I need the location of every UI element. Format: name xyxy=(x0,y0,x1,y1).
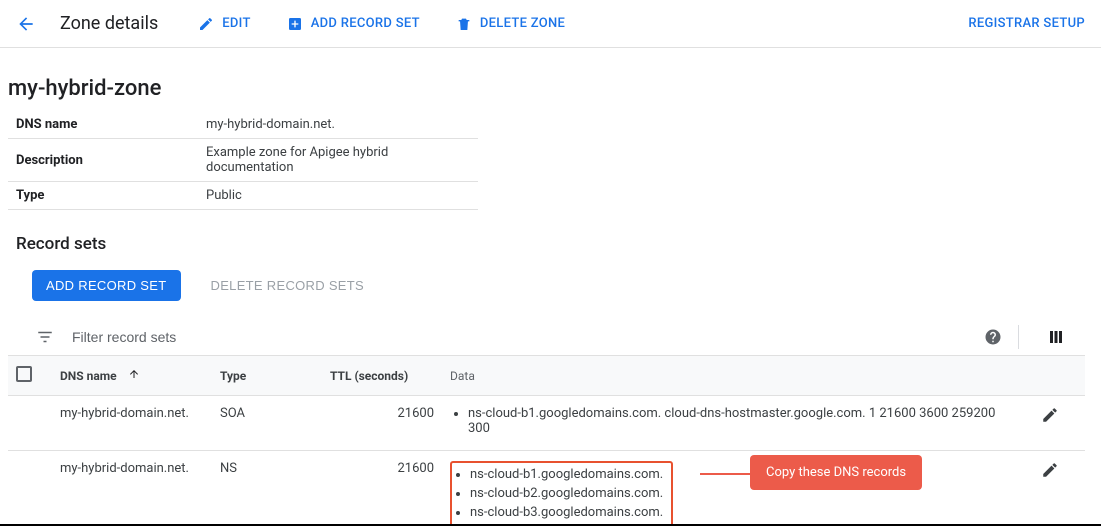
zone-info: my-hybrid-zone DNS name my-hybrid-domain… xyxy=(0,48,1101,526)
description-value: Example zone for Apigee hybrid documenta… xyxy=(198,139,478,182)
cell-dns-name: my-hybrid-domain.net. xyxy=(52,396,212,451)
type-label: Type xyxy=(8,182,198,210)
pencil-icon xyxy=(198,16,214,32)
sort-asc-icon xyxy=(128,369,140,383)
record-sets-heading: Record sets xyxy=(16,234,1085,254)
help-icon[interactable] xyxy=(984,328,1002,346)
cell-type: NS xyxy=(212,451,322,526)
cell-ttl: 21600 xyxy=(322,451,442,526)
type-value: Public xyxy=(198,182,478,210)
annotation-callout: Copy these DNS records xyxy=(750,455,922,490)
cell-ttl: 21600 xyxy=(322,396,442,451)
edit-button[interactable]: EDIT xyxy=(198,16,250,32)
cell-type: SOA xyxy=(212,396,322,451)
arrow-left-icon xyxy=(16,14,36,34)
select-all-checkbox[interactable] xyxy=(16,366,32,382)
columns-icon[interactable] xyxy=(1047,328,1065,346)
zone-name-heading: my-hybrid-zone xyxy=(8,76,1085,101)
plus-box-icon xyxy=(287,16,303,32)
col-type[interactable]: Type xyxy=(212,356,322,396)
delete-record-sets-button: DELETE RECORD SETS xyxy=(205,277,370,294)
record-sets-table: DNS name Type TTL (seconds) Data my-hybr… xyxy=(8,355,1085,526)
delete-zone-label: DELETE ZONE xyxy=(480,16,565,31)
table-row: my-hybrid-domain.net. NS 21600 ns-cloud-… xyxy=(8,451,1085,526)
col-ttl[interactable]: TTL (seconds) xyxy=(322,356,442,396)
add-record-set-toolbar-button[interactable]: ADD RECORD SET xyxy=(287,16,420,32)
dns-name-label: DNS name xyxy=(8,111,198,139)
edit-label: EDIT xyxy=(222,16,250,31)
edit-row-button[interactable] xyxy=(1041,413,1059,428)
record-sets-actions: ADD RECORD SET DELETE RECORD SETS xyxy=(8,270,1085,301)
data-item: ns-cloud-b1.googledomains.com. xyxy=(470,467,663,482)
table-row: my-hybrid-domain.net. SOA 21600 ns-cloud… xyxy=(8,396,1085,451)
add-record-set-button[interactable]: ADD RECORD SET xyxy=(32,270,181,301)
page-title: Zone details xyxy=(60,13,158,34)
trash-icon xyxy=(456,16,472,32)
delete-zone-button[interactable]: DELETE ZONE xyxy=(456,16,565,32)
filter-icon[interactable] xyxy=(36,328,54,346)
cell-data: ns-cloud-b1.googledomains.com. cloud-dns… xyxy=(442,396,1015,451)
data-item: ns-cloud-b3.googledomains.com. xyxy=(470,505,663,520)
cell-dns-name: my-hybrid-domain.net. xyxy=(52,451,212,526)
data-item: ns-cloud-b2.googledomains.com. xyxy=(470,486,663,501)
add-record-set-label: ADD RECORD SET xyxy=(311,16,420,31)
ns-records-highlight: ns-cloud-b1.googledomains.com. ns-cloud-… xyxy=(450,461,673,526)
pencil-icon xyxy=(1041,406,1059,424)
edit-row-button[interactable] xyxy=(1041,468,1059,483)
col-data: Data xyxy=(442,356,1015,396)
description-label: Description xyxy=(8,139,198,182)
filter-input[interactable] xyxy=(70,328,968,346)
back-button[interactable] xyxy=(16,14,44,34)
data-item: ns-cloud-b1.googledomains.com. cloud-dns… xyxy=(468,406,1007,436)
pencil-icon xyxy=(1041,461,1059,479)
dns-name-value: my-hybrid-domain.net. xyxy=(198,111,478,139)
zone-info-table: DNS name my-hybrid-domain.net. Descripti… xyxy=(8,111,478,210)
registrar-setup-button[interactable]: REGISTRAR SETUP xyxy=(968,16,1085,31)
col-dns-name[interactable]: DNS name xyxy=(52,356,212,396)
toolbar: Zone details EDIT ADD RECORD SET DELETE … xyxy=(0,0,1101,48)
cell-data: ns-cloud-b1.googledomains.com. ns-cloud-… xyxy=(442,451,1015,526)
filter-row xyxy=(8,319,1085,355)
